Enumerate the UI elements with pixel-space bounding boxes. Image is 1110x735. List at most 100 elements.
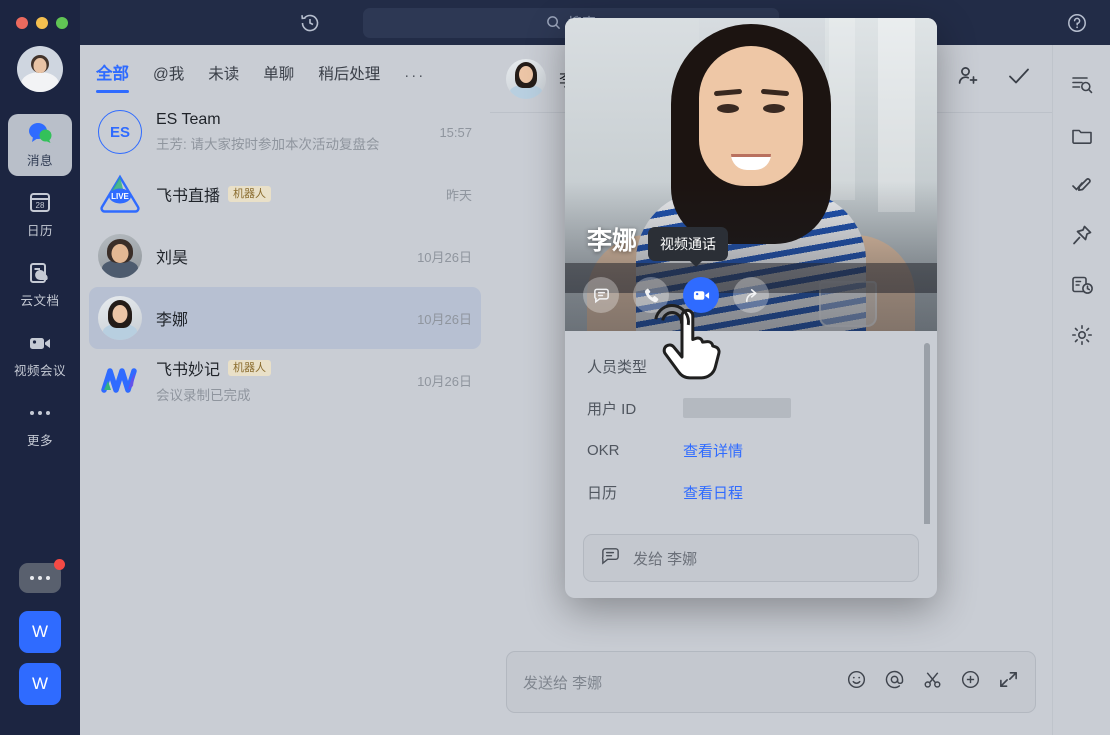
info-label: 用户 ID: [587, 400, 637, 418]
avatar: [98, 234, 142, 278]
tab-label: 全部: [96, 65, 129, 83]
avatar-initials: ES: [109, 123, 130, 141]
masked-value: [683, 398, 791, 418]
message-action[interactable]: [583, 277, 619, 313]
conversation-time: 15:57: [439, 124, 472, 140]
sidebar-item-messages[interactable]: 消息: [8, 114, 72, 176]
sidebar-item-label: 更多: [26, 434, 53, 448]
minimize-window-button[interactable]: [36, 17, 48, 29]
conversation-name: 飞书直播: [156, 188, 221, 205]
tab-mentions[interactable]: @我: [153, 62, 184, 93]
workspace-tile-1[interactable]: W: [19, 611, 61, 653]
conversation-time: 10月26日: [417, 249, 472, 265]
bot-tag: 机器人: [228, 360, 272, 376]
list-item-selected[interactable]: 李娜 10月26日: [89, 287, 481, 349]
sidebar-nav: 消息 28 日历 云文档 视频会议 更多: [0, 114, 80, 464]
avatar[interactable]: [506, 58, 546, 99]
tab-single-chat[interactable]: 单聊: [263, 62, 294, 93]
composer: 发送给 李娜: [490, 651, 1052, 735]
search-in-chat-icon[interactable]: [1070, 73, 1094, 97]
profile-info: 人员类型 用户 ID OKR 查看详情 日历 查看日程 备注名 修改备注名: [565, 331, 937, 524]
workspace-tile-label: W: [31, 622, 49, 641]
check-icon[interactable]: [1006, 63, 1032, 94]
add-person-icon[interactable]: [956, 64, 980, 93]
tooltip-video-call: 视频通话: [648, 227, 728, 267]
sidebar-item-video-meeting[interactable]: 视频会议: [8, 324, 72, 386]
view-okr-link[interactable]: 查看详情: [683, 440, 743, 461]
scrollbar[interactable]: [924, 343, 930, 524]
video-camera-icon: [27, 331, 53, 355]
more-dots-icon: [30, 401, 50, 425]
pin-icon[interactable]: [1070, 223, 1094, 247]
message-input[interactable]: 发送给 李娜: [506, 651, 1036, 713]
profile-send-input[interactable]: 发给 李娜: [583, 534, 919, 582]
conversation-name: 李娜: [156, 312, 189, 329]
sidebar-item-calendar[interactable]: 28 日历: [8, 184, 72, 246]
info-label: 日历: [587, 484, 618, 502]
sidebar-item-more[interactable]: 更多: [8, 394, 72, 456]
folder-icon[interactable]: [1070, 123, 1094, 147]
tasks-check-icon[interactable]: [1070, 173, 1094, 197]
schedule-icon[interactable]: [1070, 273, 1094, 297]
scissors-icon[interactable]: [922, 669, 943, 695]
list-item[interactable]: ES ES Team 王芳: 请大家按时参加本次活动复盘会 15:57: [89, 101, 481, 163]
plus-circle-icon[interactable]: [960, 669, 981, 695]
info-row-person-type: 人员类型: [587, 345, 915, 387]
more-apps-tile[interactable]: [19, 559, 65, 593]
live-app-icon: LIVE: [98, 172, 142, 216]
notification-badge: [54, 559, 65, 570]
right-sidebar: [1052, 45, 1110, 735]
video-call-action[interactable]: [683, 277, 719, 313]
message-icon: [600, 545, 621, 571]
sidebar-bottom: W W: [0, 559, 80, 735]
workspace-tile-label: W: [31, 674, 49, 693]
share-action[interactable]: [733, 277, 769, 313]
info-row-okr: OKR 查看详情: [587, 429, 915, 471]
voice-call-action[interactable]: [633, 277, 669, 313]
tooltip-label: 视频通话: [660, 236, 716, 252]
chat-filter-tabs: 全部 @我 未读 单聊 稍后处理 ···: [80, 45, 490, 93]
sidebar-item-label: 云文档: [20, 294, 60, 308]
profile-photo: 李娜 视频通话: [565, 18, 937, 331]
sidebar-item-label: 消息: [26, 154, 53, 168]
emoji-icon[interactable]: [846, 669, 867, 695]
avatar[interactable]: [17, 46, 63, 92]
tab-unread[interactable]: 未读: [208, 62, 239, 93]
workspace-tile-2[interactable]: W: [19, 663, 61, 705]
help-circle-icon[interactable]: [1066, 12, 1088, 34]
tab-later[interactable]: 稍后处理: [318, 62, 380, 93]
conversation-list: ES ES Team 王芳: 请大家按时参加本次活动复盘会 15:57 LIVE…: [80, 93, 490, 411]
sidebar-item-label: 视频会议: [13, 364, 66, 378]
tab-all[interactable]: 全部: [96, 60, 129, 93]
tab-more[interactable]: ···: [404, 67, 425, 93]
info-label: OKR: [587, 441, 620, 459]
history-clock-icon[interactable]: [299, 12, 321, 34]
conversation-name: 飞书妙记: [156, 362, 221, 379]
tab-label: 未读: [208, 66, 240, 83]
close-window-button[interactable]: [16, 17, 28, 29]
composer-icons: [846, 669, 1019, 695]
conversation-preview: 王芳: 请大家按时参加本次活动复盘会: [156, 137, 380, 152]
profile-send-area: 发给 李娜: [565, 524, 937, 598]
view-schedule-link[interactable]: 查看日程: [683, 482, 743, 503]
sidebar-item-cloud-docs[interactable]: 云文档: [8, 254, 72, 316]
tab-label: 稍后处理: [318, 66, 381, 83]
profile-name: 李娜: [587, 227, 638, 255]
expand-icon[interactable]: [998, 669, 1019, 695]
chat-bubbles-icon: [27, 121, 53, 145]
list-item[interactable]: 飞书妙记 机器人 会议录制已完成 10月26日: [89, 349, 481, 411]
window-traffic-lights: [16, 17, 68, 29]
chat-header-actions: [956, 63, 1032, 94]
list-item[interactable]: 刘昊 10月26日: [89, 225, 481, 287]
bot-tag: 机器人: [228, 186, 272, 202]
maximize-window-button[interactable]: [56, 17, 68, 29]
mention-icon[interactable]: [884, 669, 905, 695]
sidebar-item-label: 日历: [26, 224, 53, 238]
list-item[interactable]: LIVE 飞书直播 机器人 昨天: [89, 163, 481, 225]
calendar-28-icon: 28: [27, 191, 53, 215]
edit-nickname-link[interactable]: 修改备注名: [683, 524, 758, 525]
gear-icon[interactable]: [1070, 323, 1094, 347]
svg-text:28: 28: [36, 201, 45, 210]
profile-actions: [583, 277, 769, 313]
avatar: [98, 296, 142, 340]
